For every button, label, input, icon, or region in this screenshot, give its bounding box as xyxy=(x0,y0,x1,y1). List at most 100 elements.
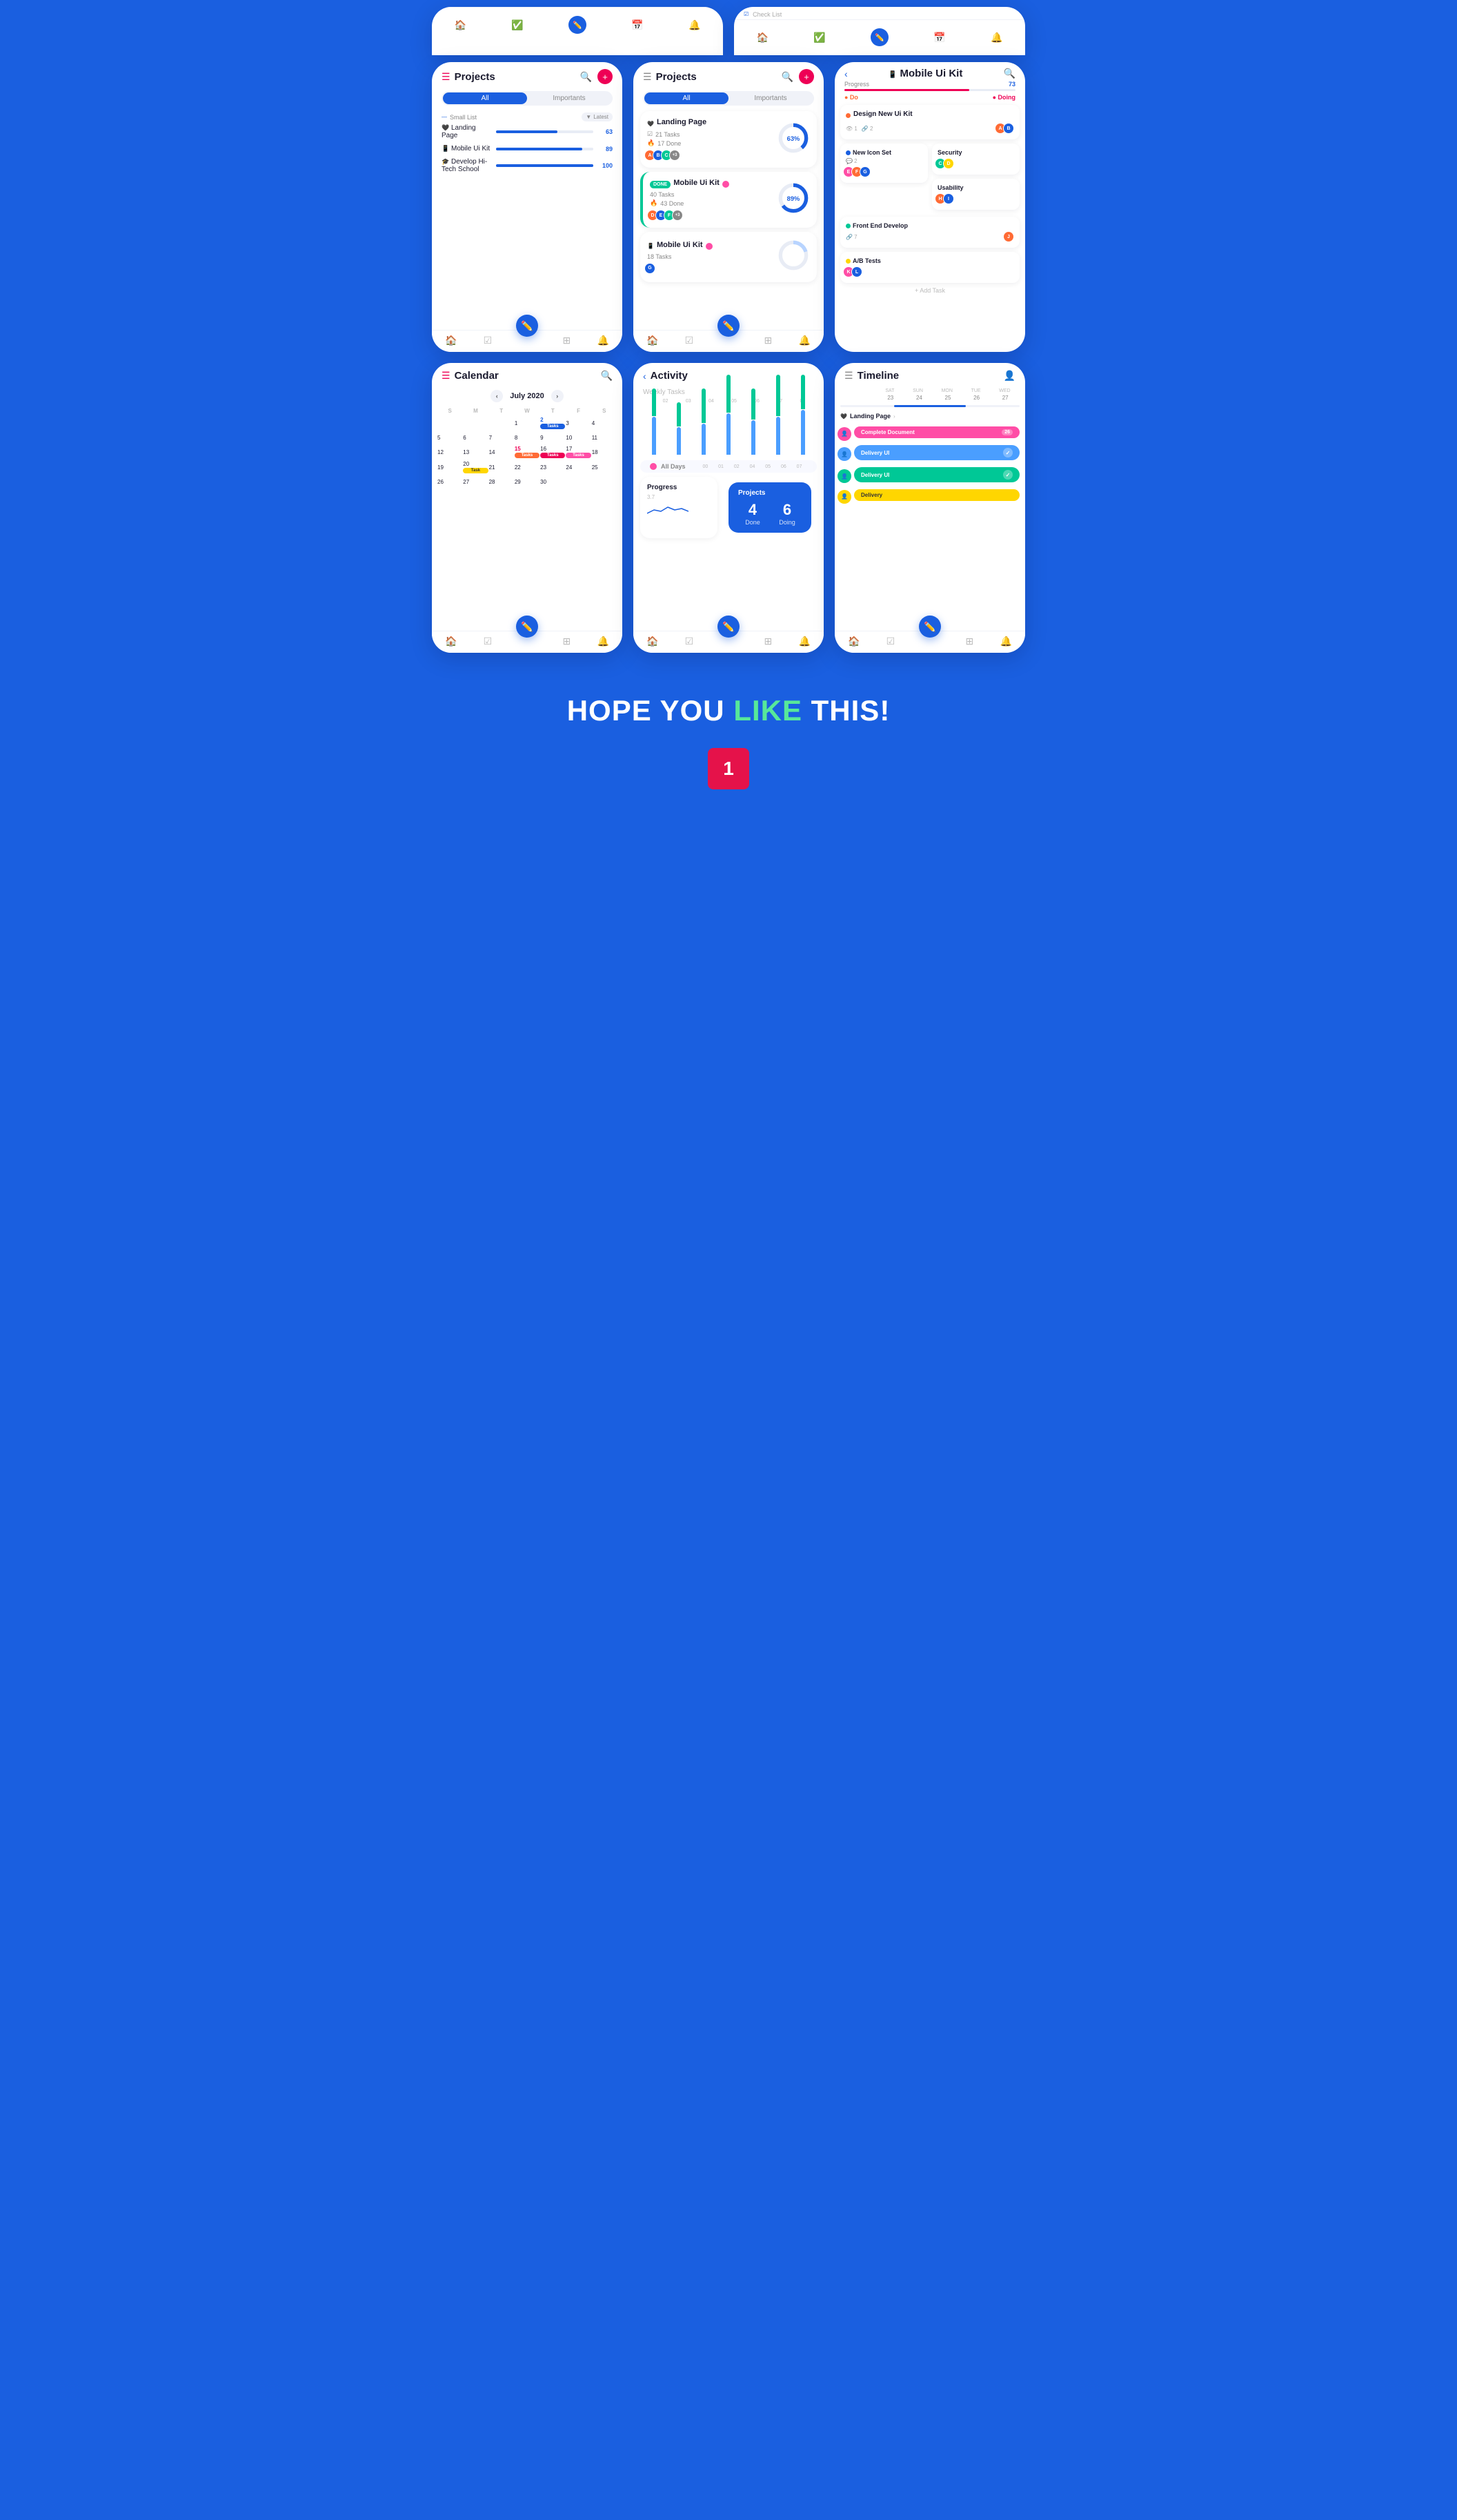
bnav-check-act[interactable]: ☑ xyxy=(685,636,694,647)
ad-05: 05 xyxy=(765,464,771,469)
bnav-grid-cal[interactable]: ⊞ xyxy=(563,636,571,647)
cal-day-14[interactable]: 14 xyxy=(489,444,514,460)
cal-day-17[interactable]: 17 Tasks xyxy=(566,444,591,460)
bnav-bell[interactable]: 🔔 xyxy=(597,335,608,346)
cal-day-29[interactable]: 29 xyxy=(515,475,539,489)
cal-month-label: July 2020 xyxy=(510,392,544,400)
back-btn[interactable]: ‹ xyxy=(844,68,848,79)
tl-wed: WED xyxy=(999,388,1010,393)
cal-day-23[interactable]: 23 xyxy=(540,460,565,475)
bar-green-0 xyxy=(652,388,656,416)
bnav-check[interactable]: ☑ xyxy=(484,335,493,346)
bnav-check-left[interactable]: ✅ xyxy=(511,19,523,31)
cal-day-2[interactable]: 2 Tasks xyxy=(540,415,565,431)
user-icon-tl[interactable]: 👤 xyxy=(1004,370,1015,382)
cal-day-22[interactable]: 22 xyxy=(515,460,539,475)
bnav-notif-right[interactable]: 🔔 xyxy=(991,32,1002,43)
bnav-check-tl[interactable]: ☑ xyxy=(886,636,895,647)
bnav-cal-left[interactable]: 📅 xyxy=(631,19,643,31)
cal-day-27[interactable]: 27 xyxy=(463,475,488,489)
menu-icon-tl[interactable]: ☰ xyxy=(844,370,853,382)
cal-day-1[interactable]: 1 xyxy=(515,415,539,431)
cal-next-btn[interactable]: › xyxy=(551,390,564,402)
cal-day-16[interactable]: 16 Tasks xyxy=(540,444,565,460)
cal-day-30[interactable]: 30 xyxy=(540,475,565,489)
sort-chip-left[interactable]: ▼ Latest xyxy=(582,112,613,121)
bnav-grid-c[interactable]: ⊞ xyxy=(764,335,773,346)
tab-all-center[interactable]: All xyxy=(644,92,728,104)
cal-day-8[interactable]: 8 xyxy=(515,431,539,444)
bnav-home[interactable]: 🏠 xyxy=(445,335,457,346)
cal-day-25[interactable]: 25 xyxy=(592,460,617,475)
fab-btn-tl[interactable]: ✏️ xyxy=(919,616,941,638)
fab-btn-projects-left[interactable]: ✏️ xyxy=(516,315,538,337)
bnav-bell-act[interactable]: 🔔 xyxy=(798,636,810,647)
fab-btn-cal[interactable]: ✏️ xyxy=(516,616,538,638)
top-partial-row: 🏠 ✅ ✏️ 📅 🔔 ☑ Check List 🏠 ✅ ✏️ 📅 🔔 xyxy=(432,7,1025,55)
cal-day-9[interactable]: 9 xyxy=(540,431,565,444)
menu-icon-center[interactable]: ☰ xyxy=(643,71,652,83)
bnav-grid-act[interactable]: ⊞ xyxy=(764,636,773,647)
bnav-home-left[interactable]: 🏠 xyxy=(455,19,466,31)
add-icon-center[interactable]: + xyxy=(799,69,814,84)
search-icon-left[interactable]: 🔍 xyxy=(580,71,592,83)
menu-icon-cal[interactable]: ☰ xyxy=(442,370,450,382)
search-icon-kanban[interactable]: 🔍 xyxy=(1004,68,1015,79)
cal-day-4[interactable]: 4 xyxy=(592,415,617,431)
bar-group-4 xyxy=(742,388,764,455)
bnav-notif-left[interactable]: 🔔 xyxy=(688,19,700,31)
cal-day-11[interactable]: 11 xyxy=(592,431,617,444)
tab-importants-left[interactable]: Importants xyxy=(527,92,611,104)
cal-day-26[interactable]: 26 xyxy=(437,475,462,489)
cal-day-13[interactable]: 13 xyxy=(463,444,488,460)
proj-card-title-1: Mobile Ui Kit xyxy=(673,179,720,187)
cal-day-18[interactable]: 18 xyxy=(592,444,617,460)
search-icon-cal[interactable]: 🔍 xyxy=(601,370,613,382)
add-icon-left[interactable]: + xyxy=(597,69,613,84)
cal-day-15[interactable]: 15 Tasks xyxy=(515,444,539,460)
cal-day-28[interactable]: 28 xyxy=(489,475,514,489)
bnav-check-cal[interactable]: ☑ xyxy=(484,636,493,647)
add-task-label[interactable]: + Add Task xyxy=(840,287,1020,294)
cal-day-3[interactable]: 3 xyxy=(566,415,591,431)
cal-day-6[interactable]: 6 xyxy=(463,431,488,444)
bnav-home-c[interactable]: 🏠 xyxy=(646,335,658,346)
bnav-bell-cal[interactable]: 🔔 xyxy=(597,636,608,647)
bnav-add-left[interactable]: ✏️ xyxy=(568,16,586,34)
bnav-grid-tl[interactable]: ⊞ xyxy=(966,636,974,647)
ad-00: 00 xyxy=(702,464,708,469)
bnav-edit-right[interactable]: ✏️ xyxy=(871,28,889,46)
cal-day-19[interactable]: 19 xyxy=(437,460,462,475)
svg-text:89%: 89% xyxy=(787,195,800,202)
bnav-home-tl[interactable]: 🏠 xyxy=(848,636,860,647)
bnav-check-right[interactable]: ✅ xyxy=(813,32,825,43)
tab-importants-center[interactable]: Importants xyxy=(728,92,813,104)
fab-btn-center[interactable]: ✏️ xyxy=(717,315,740,337)
tl-task-chip-3: Delivery xyxy=(854,489,1020,501)
cal-day-5[interactable]: 5 xyxy=(437,431,462,444)
bnav-cal-right[interactable]: 📅 xyxy=(933,32,945,43)
menu-icon-left[interactable]: ☰ xyxy=(442,71,450,83)
fab-btn-act[interactable]: ✏️ xyxy=(717,616,740,638)
cal-day-21[interactable]: 21 xyxy=(489,460,514,475)
timeline-date-row: SAT SUN MON TUE WED 23 24 25 xyxy=(835,386,1025,426)
day-header-w: W xyxy=(515,406,539,415)
cal-day-24[interactable]: 24 xyxy=(566,460,591,475)
cal-day-12[interactable]: 12 xyxy=(437,444,462,460)
kanban-left-col: New Icon Set 💬 2 E F G xyxy=(840,144,928,214)
cal-day-20[interactable]: 20 Task xyxy=(463,460,488,475)
bnav-bell-tl[interactable]: 🔔 xyxy=(1000,636,1011,647)
bnav-bell-c[interactable]: 🔔 xyxy=(798,335,810,346)
cal-day-10[interactable]: 10 xyxy=(566,431,591,444)
bnav-check-c[interactable]: ☑ xyxy=(685,335,694,346)
bnav-grid[interactable]: ⊞ xyxy=(563,335,571,346)
bnav-home-act[interactable]: 🏠 xyxy=(646,636,658,647)
back-btn-act[interactable]: ‹ xyxy=(643,371,646,382)
bnav-home-right[interactable]: 🏠 xyxy=(757,32,769,43)
project-item-0: 🖤 Landing Page 63 xyxy=(442,124,613,139)
cal-prev-btn[interactable]: ‹ xyxy=(490,390,503,402)
tab-all-left[interactable]: All xyxy=(443,92,527,104)
search-icon-center[interactable]: 🔍 xyxy=(782,71,793,83)
bnav-home-cal[interactable]: 🏠 xyxy=(445,636,457,647)
cal-day-7[interactable]: 7 xyxy=(489,431,514,444)
